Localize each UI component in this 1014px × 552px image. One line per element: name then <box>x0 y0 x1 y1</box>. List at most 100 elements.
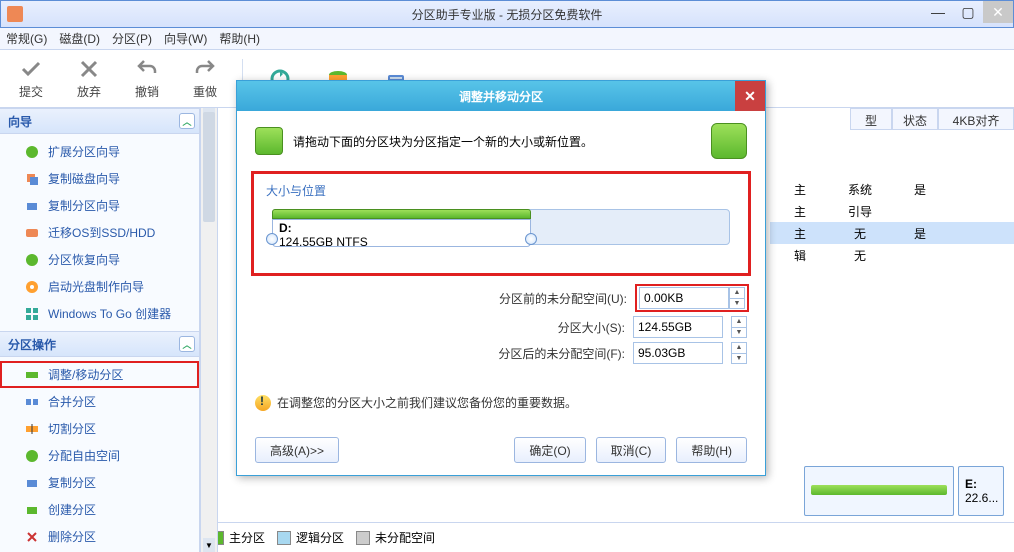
disk-partition-box[interactable] <box>804 466 954 516</box>
minimize-button[interactable]: — <box>923 1 953 23</box>
sidebar-item-merge[interactable]: 合并分区 <box>0 388 199 415</box>
recover-icon <box>24 252 40 268</box>
app-icon <box>7 6 23 22</box>
partition-table: 主系统是 主引导 主无是 辑无 <box>770 178 1014 266</box>
table-row[interactable]: 辑无 <box>770 244 1014 266</box>
col-status[interactable]: 状态 <box>892 108 938 130</box>
titlebar: 分区助手专业版 - 无损分区免费软件 — ▢ ✕ <box>0 0 1014 28</box>
partition-icon <box>255 127 283 155</box>
maximize-button[interactable]: ▢ <box>953 1 983 23</box>
partition-large-icon <box>711 123 747 159</box>
table-row[interactable]: 主系统是 <box>770 178 1014 200</box>
help-button[interactable]: 帮助(H) <box>676 437 747 463</box>
sidebar-item-bootdisc[interactable]: 启动光盘制作向导 <box>0 273 199 300</box>
ops-panel-header[interactable]: 分区操作 ︿ <box>0 331 199 357</box>
chevron-up-icon[interactable]: ︿ <box>179 336 195 352</box>
menu-general[interactable]: 常规(G) <box>6 30 47 47</box>
merge-icon <box>24 394 40 410</box>
dialog-titlebar[interactable]: 调整并移动分区 ✕ <box>237 81 765 111</box>
spinner[interactable]: ▲▼ <box>731 342 747 364</box>
sidebar-item-copydisk[interactable]: 复制磁盘向导 <box>0 165 199 192</box>
warning-icon <box>255 395 271 411</box>
slider-handle-right[interactable] <box>525 233 537 245</box>
copy-icon <box>24 171 40 187</box>
check-icon <box>19 57 43 81</box>
window-title: 分区助手专业版 - 无损分区免费软件 <box>412 6 603 23</box>
legend-primary: 主分区 <box>210 529 265 546</box>
allocate-icon <box>24 448 40 464</box>
scrollbar[interactable]: ▲ ▼ <box>200 108 218 552</box>
sidebar-item-allocate[interactable]: 分配自由空间 <box>0 442 199 469</box>
windows-icon <box>24 306 40 322</box>
advanced-button[interactable]: 高级(A)>> <box>255 437 339 463</box>
x-icon <box>77 57 101 81</box>
menu-wizard[interactable]: 向导(W) <box>164 30 207 47</box>
partition-size-input[interactable] <box>633 316 723 338</box>
partition-icon <box>24 144 40 160</box>
wizard-panel-header[interactable]: 向导 ︿ <box>0 108 199 134</box>
menubar: 常规(G) 磁盘(D) 分区(P) 向导(W) 帮助(H) <box>0 28 1014 50</box>
legend-logical: 逻辑分区 <box>277 529 344 546</box>
size-position-group: 大小与位置 D: 124.55GB NTFS <box>251 171 751 276</box>
after-space-input[interactable] <box>633 342 723 364</box>
menu-partition[interactable]: 分区(P) <box>112 30 152 47</box>
size-label: 分区大小(S): <box>558 319 625 336</box>
col-4kb[interactable]: 4KB对齐 <box>938 108 1014 130</box>
before-space-input[interactable] <box>639 287 729 309</box>
ok-button[interactable]: 确定(O) <box>514 437 585 463</box>
spinner[interactable]: ▲▼ <box>729 287 745 309</box>
sidebar-item-delete[interactable]: 删除分区 <box>0 523 199 550</box>
partition-slider[interactable]: D: 124.55GB NTFS <box>266 205 736 255</box>
close-button[interactable]: ✕ <box>983 1 1013 23</box>
scroll-down-icon[interactable]: ▼ <box>203 538 215 552</box>
resize-dialog: 调整并移动分区 ✕ 请拖动下面的分区块为分区指定一个新的大小或新位置。 大小与位… <box>236 80 766 476</box>
sidebar-item-copy[interactable]: 复制分区 <box>0 469 199 496</box>
scroll-thumb[interactable] <box>203 112 215 222</box>
after-label: 分区后的未分配空间(F): <box>498 345 625 362</box>
legend-bar: 主分区 逻辑分区 未分配空间 <box>200 522 1014 552</box>
split-icon <box>24 421 40 437</box>
redo-icon <box>193 57 217 81</box>
menu-disk[interactable]: 磁盘(D) <box>59 30 100 47</box>
slider-fill <box>272 209 531 219</box>
copy-icon <box>24 475 40 491</box>
delete-icon <box>24 529 40 545</box>
dialog-close-button[interactable]: ✕ <box>735 81 765 111</box>
resize-icon <box>24 367 40 383</box>
disc-icon <box>24 279 40 295</box>
sidebar-item-create[interactable]: 创建分区 <box>0 496 199 523</box>
sidebar-item-extend[interactable]: 扩展分区向导 <box>0 138 199 165</box>
undo-icon <box>135 57 159 81</box>
table-row[interactable]: 主无是 <box>770 222 1014 244</box>
sidebar-item-copypart[interactable]: 复制分区向导 <box>0 192 199 219</box>
dialog-instruction: 请拖动下面的分区块为分区指定一个新的大小或新位置。 <box>255 123 747 159</box>
legend-free: 未分配空间 <box>356 529 435 546</box>
table-row[interactable]: 主引导 <box>770 200 1014 222</box>
chevron-up-icon[interactable]: ︿ <box>179 113 195 129</box>
cancel-button[interactable]: 取消(C) <box>596 437 667 463</box>
spinner[interactable]: ▲▼ <box>731 316 747 338</box>
disk-map: E: 22.6... <box>804 464 1004 518</box>
sidebar-item-recover[interactable]: 分区恢复向导 <box>0 246 199 273</box>
ssd-icon <box>24 225 40 241</box>
sidebar-item-split[interactable]: 切割分区 <box>0 415 199 442</box>
disk-partition-e[interactable]: E: 22.6... <box>958 466 1004 516</box>
sidebar-item-migrate[interactable]: 迁移OS到SSD/HDD <box>0 219 199 246</box>
before-label: 分区前的未分配空间(U): <box>499 290 627 307</box>
list-header: 型 状态 4KB对齐 <box>850 108 1014 130</box>
sidebar-item-wintogo[interactable]: Windows To Go 创建器 <box>0 300 199 327</box>
menu-help[interactable]: 帮助(H) <box>219 30 260 47</box>
warning-row: 在调整您的分区大小之前我们建议您备份您的重要数据。 <box>255 394 747 411</box>
sidebar-item-resize[interactable]: 调整/移动分区 <box>0 361 199 388</box>
sidebar: 向导 ︿ 扩展分区向导 复制磁盘向导 复制分区向导 迁移OS到SSD/HDD 分… <box>0 108 200 552</box>
slider-handle-left[interactable] <box>266 233 278 245</box>
copy-icon <box>24 198 40 214</box>
col-type[interactable]: 型 <box>850 108 892 130</box>
partition-info-box: D: 124.55GB NTFS <box>272 219 531 247</box>
undo-button[interactable]: 撤销 <box>120 54 174 104</box>
discard-button[interactable]: 放弃 <box>62 54 116 104</box>
redo-button[interactable]: 重做 <box>178 54 232 104</box>
usage-bar <box>811 485 947 495</box>
commit-button[interactable]: 提交 <box>4 54 58 104</box>
create-icon <box>24 502 40 518</box>
